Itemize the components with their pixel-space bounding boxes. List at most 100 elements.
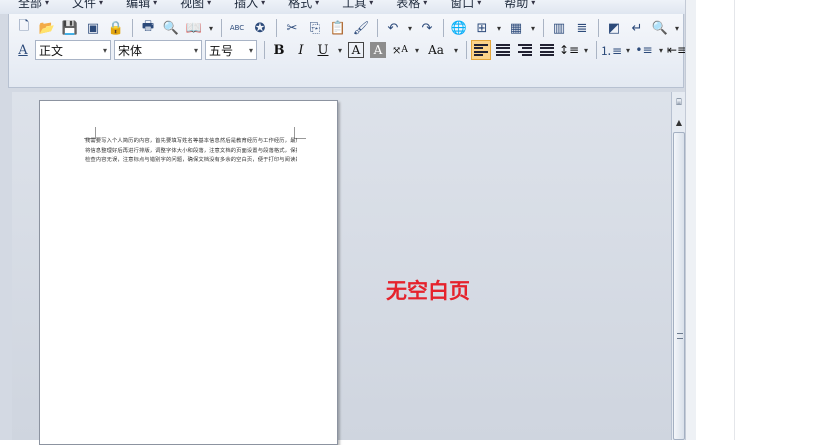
menu-item[interactable]: 表格 ▾ [396, 0, 427, 9]
character-shading-button[interactable]: A [368, 40, 388, 60]
document-line: 将信息整理好后再进行排版，调整字体大小和段落，注意文档的页面设置与段落格式，保持… [85, 147, 297, 154]
line-spacing-button[interactable]: ↕≡ [559, 40, 579, 60]
cut-icon: ✂ [286, 20, 298, 36]
save-button[interactable]: 💾 [59, 17, 81, 39]
menu-item[interactable]: 全部 ▾ [18, 0, 49, 9]
chevron-down-icon[interactable]: ▾ [494, 17, 504, 39]
chevron-down-icon: ▾ [45, 0, 50, 7]
style-combo[interactable]: 正文 ▾ [35, 40, 111, 60]
chevron-down-icon: ▾ [423, 0, 428, 7]
styles-pane-icon[interactable]: A [13, 40, 33, 60]
chevron-down-icon[interactable]: ▾ [451, 39, 461, 61]
save-all-button[interactable]: ▣ [82, 17, 104, 39]
font-size-combo[interactable]: 五号 ▾ [205, 40, 257, 60]
show-marks-button[interactable]: ↵ [626, 17, 648, 39]
chevron-down-icon[interactable]: ▾ [405, 17, 415, 39]
table-icon: ▦ [509, 20, 523, 36]
scroll-thumb[interactable] [673, 132, 685, 440]
menu-item[interactable]: 帮助 ▾ [504, 0, 535, 9]
copy-button[interactable]: ⎘ [304, 17, 326, 39]
menu-item[interactable]: 编辑 ▾ [126, 0, 157, 9]
spelling-icon: ABC [229, 24, 245, 32]
drawing-button[interactable]: ◩ [603, 17, 625, 39]
menu-item[interactable]: 工具 ▾ [342, 0, 373, 9]
toolbar-separator [276, 19, 277, 37]
redo-button[interactable]: ↷ [416, 17, 438, 39]
read-mode-button[interactable]: 📖 [183, 17, 205, 39]
table-button[interactable]: ▦ [505, 17, 527, 39]
text-direction-button[interactable]: ≣ [571, 17, 593, 39]
document-page[interactable]: 我需要写入个人简历的内容，首先要填写姓名等基本信息然后是教育经历与工作经历，最后… [39, 100, 338, 445]
chevron-down-icon[interactable]: ▾ [656, 39, 666, 61]
chevron-down-icon[interactable]: ▾ [623, 39, 633, 61]
font-combo[interactable]: 宋体 ▾ [114, 40, 202, 60]
research-icon: ✪ [254, 20, 266, 36]
vertical-scrollbar[interactable]: ⌸ ▲ [671, 92, 685, 440]
menu-item-label: 窗口 [450, 0, 475, 10]
split-handle-icon[interactable]: ⌸ [674, 96, 684, 110]
chevron-down-icon[interactable]: ▾ [206, 17, 216, 39]
italic-button[interactable]: I [291, 40, 311, 60]
zoom-button[interactable]: 🔍 [649, 17, 671, 39]
justify-button[interactable] [537, 40, 557, 60]
menu-item[interactable]: 文件 ▾ [72, 0, 103, 9]
chevron-down-icon[interactable]: ▾ [528, 17, 538, 39]
research-button[interactable]: ✪ [249, 17, 271, 39]
bold-button[interactable]: B [269, 40, 289, 60]
outer-scrollbar[interactable] [685, 0, 696, 440]
toolbar-separator [221, 19, 222, 37]
underline-button[interactable]: U [313, 40, 333, 60]
save-icon: 💾 [61, 20, 79, 36]
cut-button[interactable]: ✂ [281, 17, 303, 39]
character-scale-button[interactable]: ⤧ A [390, 40, 410, 60]
print-preview-icon: 🔍 [162, 20, 180, 36]
menu-item-label: 全部 [18, 0, 43, 10]
format-painter-button[interactable]: 🖌 [350, 17, 372, 39]
menu-item[interactable]: 插入 ▾ [234, 0, 265, 9]
hyperlink-button[interactable]: 🌐 [448, 17, 470, 39]
decrease-indent-button[interactable]: ⇤≡ [667, 40, 687, 60]
format-painter-icon: 🖌 [352, 20, 370, 36]
borders-icon: ⊞ [476, 20, 488, 36]
align-center-button[interactable] [493, 40, 513, 60]
columns-button[interactable]: ▥ [548, 17, 570, 39]
chevron-down-icon[interactable]: ▾ [412, 39, 422, 61]
borders-button[interactable]: ⊞ [471, 17, 493, 39]
shading-char-icon: A [370, 42, 386, 58]
chevron-down-icon[interactable]: ▾ [581, 39, 591, 61]
text-direction-icon: ≣ [576, 20, 588, 36]
open-folder-button[interactable]: 📂 [36, 17, 58, 39]
menu-item-label: 帮助 [504, 0, 529, 10]
numbering-button[interactable]: ⒈≡ [600, 40, 622, 60]
menu-item[interactable]: 窗口 ▾ [450, 0, 481, 9]
menu-item[interactable]: 视图 ▾ [180, 0, 211, 9]
menu-item-label: 工具 [342, 0, 367, 10]
spelling-button[interactable]: ABC [226, 17, 248, 39]
print-preview-button[interactable]: 🔍 [160, 17, 182, 39]
bullets-button[interactable]: •≡ [634, 40, 654, 60]
menu-item-label: 文件 [72, 0, 97, 10]
scroll-up-icon[interactable]: ▲ [674, 118, 684, 128]
print-button[interactable]: 🖶 [137, 17, 159, 39]
permission-button[interactable]: 🔒 [105, 17, 127, 39]
show-marks-icon: ↵ [631, 20, 643, 36]
chevron-down-icon[interactable]: ▾ [335, 39, 345, 61]
align-center-icon [496, 44, 510, 56]
undo-icon: ↶ [387, 20, 399, 36]
change-case-button[interactable]: Aa [423, 40, 449, 60]
chevron-down-icon: ▾ [153, 0, 158, 7]
character-border-button[interactable]: A [346, 40, 366, 60]
document-body-text[interactable]: 我需要写入个人简历的内容，首先要填写姓名等基本信息然后是教育经历与工作经历，最后… [85, 137, 297, 166]
chevron-down-icon: ▾ [207, 0, 212, 7]
align-left-button[interactable] [471, 40, 491, 60]
document-workspace[interactable]: 我需要写入个人简历的内容，首先要填写姓名等基本信息然后是教育经历与工作经历，最后… [12, 92, 671, 445]
paste-button[interactable]: 📋 [327, 17, 349, 39]
menu-bar: 全部 ▾ 文件 ▾ 编辑 ▾ 视图 ▾ 插入 ▾ 格式 ▾ 工具 ▾ 表格 ▾ 窗口 ▾ 帮助 ▾ [0, 0, 696, 14]
new-doc-button[interactable]: 🗋 [13, 17, 35, 39]
menu-item[interactable]: 格式 ▾ [288, 0, 319, 9]
chevron-down-icon[interactable]: ▾ [672, 17, 682, 39]
align-right-icon [518, 44, 532, 56]
chevron-down-icon: ▾ [315, 0, 320, 7]
undo-button[interactable]: ↶ [382, 17, 404, 39]
align-right-button[interactable] [515, 40, 535, 60]
